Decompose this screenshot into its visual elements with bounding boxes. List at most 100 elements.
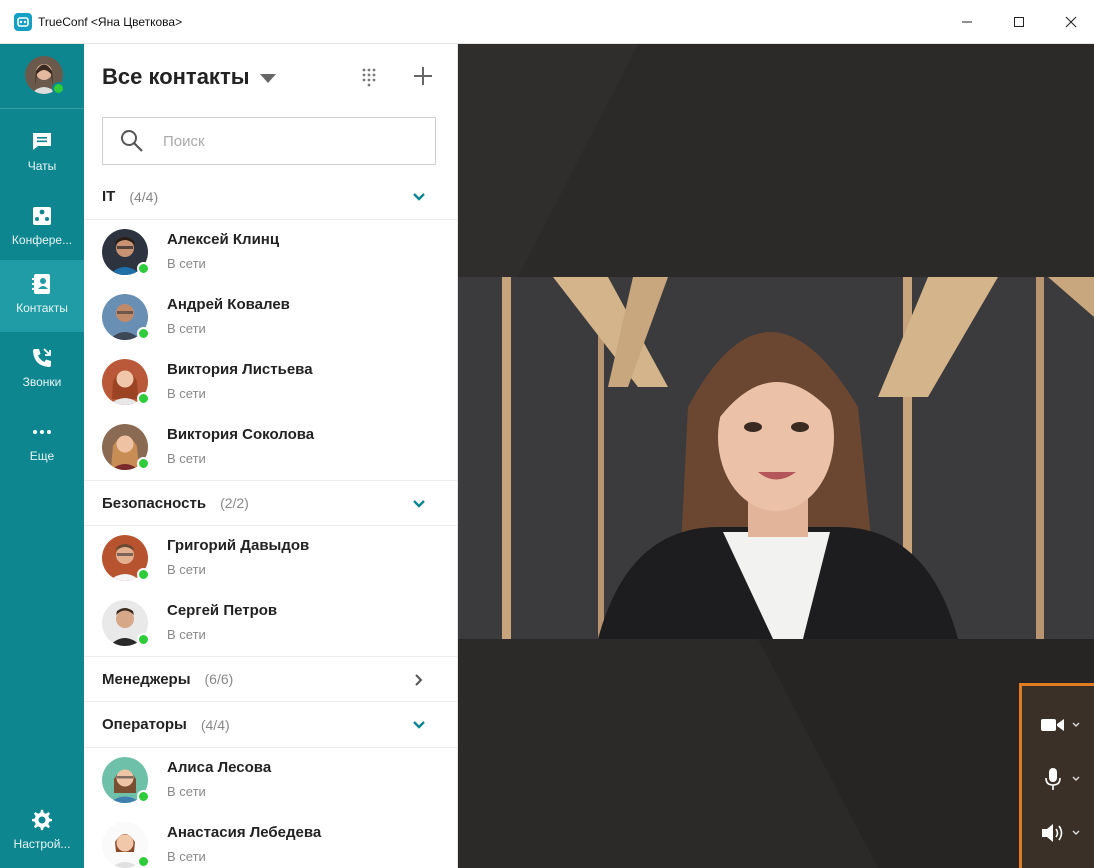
my-avatar[interactable] bbox=[25, 56, 65, 95]
contacts-panel: Все контакты IT (4/4) Алексей Клинц В се… bbox=[84, 44, 458, 868]
rail-item-label: Контакты bbox=[16, 301, 68, 315]
search-input[interactable] bbox=[163, 132, 413, 150]
minimize-button[interactable] bbox=[944, 0, 990, 44]
group-header-operators[interactable]: Операторы (4/4) bbox=[84, 702, 457, 748]
online-status-dot bbox=[52, 82, 65, 95]
rail-item-conferences[interactable]: Конфере... bbox=[0, 192, 84, 264]
contact-status: В сети bbox=[167, 562, 206, 577]
contact-name: Алиса Лесова bbox=[167, 759, 272, 776]
contact-item[interactable]: Сергей Петров В сети bbox=[84, 591, 457, 656]
online-status-dot bbox=[137, 327, 150, 340]
video-area bbox=[458, 44, 1094, 868]
dialpad-button[interactable] bbox=[357, 66, 381, 90]
divider bbox=[0, 108, 84, 109]
maximize-button[interactable] bbox=[996, 0, 1042, 44]
online-status-dot bbox=[137, 790, 150, 803]
online-status-dot bbox=[137, 568, 150, 581]
speaker-icon bbox=[1042, 824, 1063, 842]
group-name: IT bbox=[102, 188, 116, 205]
conference-icon bbox=[33, 207, 51, 225]
online-status-dot bbox=[137, 262, 150, 275]
group-header-security[interactable]: Безопасность (2/2) bbox=[84, 480, 457, 526]
more-icon bbox=[33, 430, 51, 434]
chevron-down-icon bbox=[1072, 722, 1080, 727]
contact-status: В сети bbox=[167, 627, 206, 642]
rail-item-contacts[interactable]: Контакты bbox=[0, 260, 84, 332]
rail-item-label: Чаты bbox=[27, 159, 57, 173]
contact-name: Григорий Давыдов bbox=[167, 537, 310, 554]
group-count: (6/6) bbox=[204, 671, 234, 687]
window-title: TrueConf <Яна Цветкова> bbox=[38, 14, 183, 29]
gear-icon bbox=[32, 809, 52, 831]
contact-item[interactable]: Алексей Клинц В сети bbox=[84, 220, 457, 285]
close-button[interactable] bbox=[1048, 0, 1094, 44]
contact-name: Сергей Петров bbox=[167, 602, 278, 619]
rail-item-label: Еще bbox=[29, 449, 55, 463]
contact-name: Анастасия Лебедева bbox=[167, 824, 322, 841]
group-header-it[interactable]: IT (4/4) bbox=[84, 174, 457, 220]
contact-list: IT (4/4) Алексей Клинц В сети Андрей Ков… bbox=[84, 174, 457, 868]
rail-item-chats[interactable]: Чаты bbox=[0, 118, 84, 190]
contacts-icon bbox=[32, 274, 50, 294]
chevron-down-icon bbox=[413, 193, 425, 201]
chat-icon bbox=[33, 133, 51, 150]
contact-status: В сети bbox=[167, 784, 206, 799]
close-icon bbox=[1065, 16, 1077, 28]
chevron-down-icon bbox=[259, 73, 276, 83]
contact-item[interactable]: Григорий Давыдов В сети bbox=[84, 526, 457, 591]
group-name: Безопасность bbox=[102, 494, 207, 512]
rail-item-label: Конфере... bbox=[11, 233, 73, 247]
chevron-down-icon bbox=[413, 500, 425, 508]
contact-item[interactable]: Алиса Лесова В сети bbox=[84, 748, 457, 813]
online-status-dot bbox=[137, 855, 150, 868]
dialpad-icon bbox=[362, 68, 376, 87]
online-status-dot bbox=[137, 457, 150, 470]
microphone-button[interactable] bbox=[1040, 764, 1084, 794]
online-status-dot bbox=[137, 633, 150, 646]
group-name: Операторы bbox=[102, 716, 187, 733]
video-participant-image bbox=[458, 277, 1094, 639]
contact-item[interactable]: Виктория Листьева В сети bbox=[84, 350, 457, 415]
remote-video-frame bbox=[458, 277, 1094, 639]
trueconf-logo-icon bbox=[14, 12, 32, 31]
group-count: (4/4) bbox=[200, 716, 230, 733]
contact-name: Виктория Листьева bbox=[167, 361, 313, 378]
contacts-filter-dropdown[interactable]: Все контакты bbox=[102, 64, 276, 90]
media-controls-panel bbox=[1019, 683, 1094, 868]
rail-item-calls[interactable]: Звонки bbox=[0, 334, 84, 406]
chevron-right-icon bbox=[415, 674, 423, 686]
speaker-button[interactable] bbox=[1040, 818, 1084, 848]
add-contact-button[interactable] bbox=[411, 64, 435, 88]
rail-item-label: Настрой... bbox=[13, 837, 71, 851]
chevron-down-icon bbox=[413, 721, 425, 729]
rail-item-settings[interactable]: Настрой... bbox=[0, 796, 84, 868]
minimize-icon bbox=[962, 21, 972, 23]
chevron-down-icon bbox=[1072, 776, 1080, 781]
title-bar: TrueConf <Яна Цветкова> bbox=[0, 0, 1094, 44]
search-icon bbox=[121, 130, 143, 152]
calls-icon bbox=[33, 348, 51, 367]
group-count: (4/4) bbox=[129, 188, 159, 205]
camera-button[interactable] bbox=[1040, 710, 1084, 740]
contact-name: Виктория Соколова bbox=[167, 426, 315, 443]
online-status-dot bbox=[137, 392, 150, 405]
contact-name: Алексей Клинц bbox=[167, 231, 280, 248]
group-count: (2/2) bbox=[220, 495, 249, 511]
contact-item[interactable]: Анастасия Лебедева В сети bbox=[84, 813, 457, 868]
rail-item-label: Звонки bbox=[22, 375, 62, 389]
page-title: Все контакты bbox=[102, 64, 250, 89]
contact-name: Андрей Ковалев bbox=[167, 296, 290, 313]
search-box[interactable] bbox=[102, 117, 436, 165]
contact-status: В сети bbox=[167, 321, 206, 336]
contact-status: В сети bbox=[167, 451, 206, 466]
contact-item[interactable]: Андрей Ковалев В сети bbox=[84, 285, 457, 350]
navigation-rail: Чаты Конфере... Контакты Звонки Еще Наст… bbox=[0, 44, 84, 868]
camera-icon bbox=[1041, 719, 1064, 731]
plus-icon bbox=[414, 67, 432, 85]
contact-item[interactable]: Виктория Соколова В сети bbox=[84, 415, 457, 480]
rail-item-more[interactable]: Еще bbox=[0, 408, 84, 480]
maximize-icon bbox=[1014, 17, 1024, 27]
microphone-icon bbox=[1045, 768, 1061, 790]
group-header-managers[interactable]: Менеджеры (6/6) bbox=[84, 656, 457, 702]
contact-status: В сети bbox=[167, 386, 206, 401]
